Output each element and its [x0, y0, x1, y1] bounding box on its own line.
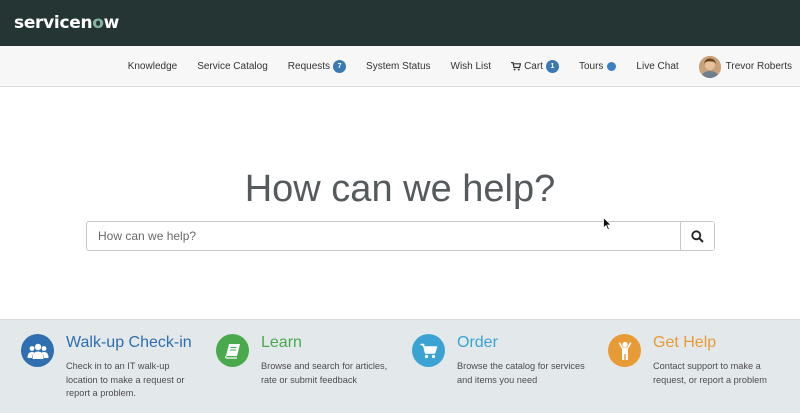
search-button[interactable] — [680, 222, 714, 250]
card-title: Get Help — [653, 334, 717, 351]
cart-count-badge: 1 — [545, 60, 559, 73]
nav-service-catalog[interactable]: Service Catalog — [197, 61, 268, 72]
hero-title: How can we help? — [244, 168, 556, 210]
top-bar: servicenow — [0, 0, 800, 46]
nav-requests[interactable]: Requests 7 — [287, 60, 347, 73]
avatar-image — [698, 55, 721, 78]
book-icon — [216, 334, 249, 367]
nav-knowledge-label: Knowledge — [127, 61, 178, 72]
navigation-bar: Knowledge Service Catalog Requests 7 Syst… — [0, 46, 800, 87]
tours-indicator-dot — [607, 62, 617, 71]
users-icon — [21, 334, 54, 367]
nav-requests-label: Requests — [287, 61, 331, 72]
servicenow-logo[interactable]: servicenow — [14, 13, 119, 33]
card-title: Walk-up Check-in — [66, 334, 192, 351]
search-bar — [86, 221, 715, 251]
hero-section: How can we help? — [0, 88, 800, 318]
nav-service-catalog-label: Service Catalog — [197, 61, 268, 72]
nav-live-chat-label: Live Chat — [636, 61, 679, 72]
nav-wish-list-label: Wish List — [450, 61, 492, 72]
logo-o: o — [92, 13, 104, 33]
nav-system-status[interactable]: System Status — [366, 61, 430, 72]
card-description: Check in to an IT walk-up location to ma… — [66, 361, 185, 398]
logo-text: servicen — [14, 13, 93, 33]
card-title: Order — [457, 334, 498, 351]
nav-system-status-label: System Status — [366, 61, 431, 72]
nav-wish-list[interactable]: Wish List — [451, 61, 492, 72]
card-description: Browse the catalog for services and item… — [457, 361, 585, 385]
nav-user-profile[interactable]: Trevor Roberts — [698, 55, 792, 78]
mouse-cursor-icon — [603, 217, 612, 231]
card-title: Learn — [261, 334, 302, 351]
nav-menu: Knowledge Service Catalog Requests 7 Syst… — [128, 46, 792, 87]
nav-tours-label: Tours — [578, 61, 604, 72]
requests-count-badge: 7 — [333, 60, 347, 73]
quick-links-section: Walk-up Check-in Check in to an IT walk-… — [0, 319, 800, 413]
nav-tours[interactable]: Tours — [578, 61, 617, 72]
nav-cart-label: Cart — [524, 61, 543, 72]
search-input[interactable] — [87, 222, 680, 250]
search-icon — [691, 229, 704, 243]
nav-knowledge[interactable]: Knowledge — [128, 61, 177, 72]
card-description: Browse and search for articles, rate or … — [261, 361, 388, 385]
cart-icon — [412, 334, 445, 367]
person-icon — [608, 334, 641, 367]
cart-icon — [511, 62, 522, 71]
nav-live-chat[interactable]: Live Chat — [636, 61, 678, 72]
user-avatar — [698, 55, 721, 78]
logo-text-end: w — [103, 13, 120, 33]
nav-cart[interactable]: Cart 1 — [511, 60, 559, 73]
user-name: Trevor Roberts — [725, 61, 792, 72]
card-description: Contact support to make a request, or re… — [653, 361, 767, 385]
